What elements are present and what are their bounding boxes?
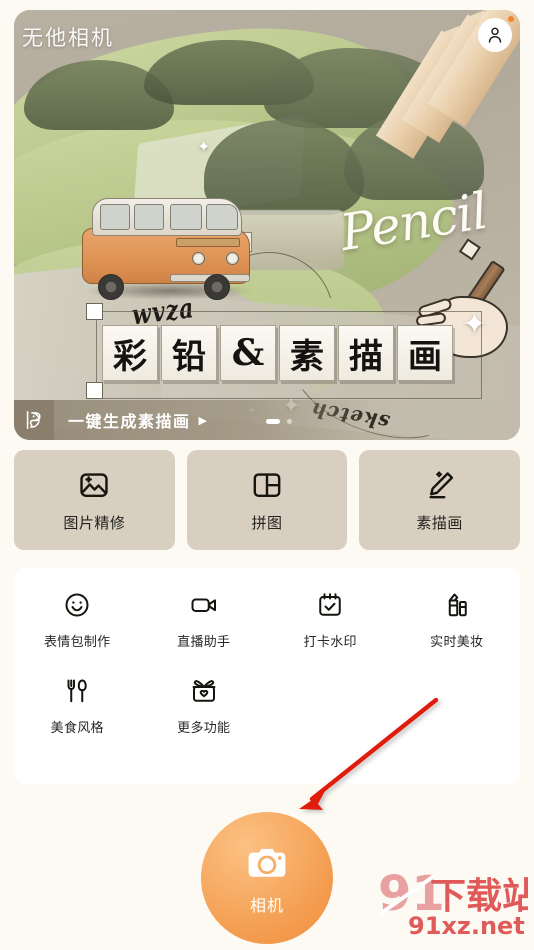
fork-spoon-icon [67,679,88,703]
video-camera-icon [191,598,216,612]
tool-item-more-features[interactable]: 更多功能 [141,676,268,736]
collage-grid-icon [253,472,281,497]
tool-item-checkin-watermark[interactable]: 打卡水印 [267,590,394,650]
sparkle-icon: ✦ [197,139,211,156]
chevron-right-icon: ▶ [198,414,207,427]
selection-handle[interactable] [86,303,103,320]
headline-tile: 素 [279,325,335,381]
app-root: Pencil ✦ ✦ ✦ ✦ wvza sketch 彩 [0,0,534,950]
feature-card-collage[interactable]: 拼图 [186,450,348,550]
tool-item-label: 打卡水印 [303,634,357,649]
lipstick-icon [448,593,467,617]
selection-handle[interactable] [86,382,103,399]
tool-item-label: 美食风格 [50,720,104,735]
pagination-dot[interactable] [287,419,292,424]
pagination-dot-active[interactable] [266,419,280,424]
headline-tile: 画 [397,325,453,381]
banner-cta-label: 一键生成素描画 [68,414,191,431]
feature-card-photo-retouch[interactable]: 图片精修 [14,450,175,550]
camera-icon [248,848,286,877]
headline-tile: 铅 [161,325,217,381]
calendar-check-icon [319,593,342,616]
watermark-url: 91xz.net [408,912,525,940]
camera-button-label: 相机 [249,898,284,915]
feature-card-row: 图片精修 拼图 素描画 [14,450,521,550]
tool-grid-empty-cell [394,676,521,736]
tool-item-label: 更多功能 [177,720,231,735]
palette-icon [14,400,54,440]
tool-item-live-assistant[interactable]: 直播助手 [141,590,268,650]
feature-card-label: 拼图 [251,514,283,532]
tool-grid-panel: 表情包制作 直播助手 打卡水印 实时美妆 美食风格 更多功能 [14,568,520,784]
headline-tile: & [220,325,276,381]
user-avatar-icon [488,27,502,43]
tool-grid-empty-cell [267,676,394,736]
headline-tile: 描 [338,325,394,381]
tool-grid: 表情包制作 直播助手 打卡水印 实时美妆 美食风格 更多功能 [14,590,520,736]
tool-item-label: 表情包制作 [43,634,111,649]
tool-item-label: 直播助手 [177,634,231,649]
watermark-primary-text: 下载站 [430,876,528,917]
smiley-face-icon [65,593,89,617]
banner-headline: 彩 铅 & 素 描 画 [102,325,453,381]
tool-item-food-style[interactable]: 美食风格 [14,676,141,736]
headline-tile: 彩 [102,325,158,381]
pencil-sketch-icon [429,470,453,498]
watermark-numeral: 91 [378,866,445,922]
feature-card-label: 素描画 [416,514,463,532]
site-watermark: 91 下载站 91xz.net [378,866,528,940]
banner-pagination[interactable] [266,419,292,424]
promo-banner[interactable]: Pencil ✦ ✦ ✦ ✦ wvza sketch 彩 [14,10,520,440]
gift-box-icon [192,680,215,702]
tool-item-label: 实时美妆 [430,634,484,649]
notification-dot [508,16,514,22]
feature-card-label: 图片精修 [63,514,126,532]
avatar[interactable] [478,18,512,52]
tool-item-emoji-maker[interactable]: 表情包制作 [14,590,141,650]
tool-item-live-makeup[interactable]: 实时美妆 [394,590,521,650]
camera-button[interactable]: 相机 [201,812,333,944]
feature-card-sketch[interactable]: 素描画 [359,450,521,550]
banner-artwork: Pencil ✦ ✦ ✦ ✦ wvza sketch 彩 [14,10,520,440]
image-sparkle-icon [80,472,108,497]
